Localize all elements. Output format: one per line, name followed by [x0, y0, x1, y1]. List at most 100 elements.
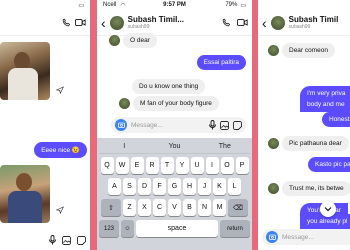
avatar: [119, 98, 130, 109]
battery-icon: ▭: [78, 2, 84, 9]
key-b[interactable]: B: [183, 199, 196, 216]
shift-icon: ⇧: [108, 204, 114, 212]
composer-icons: [0, 230, 90, 250]
message-bubble-in: Trust me, its betwe: [282, 181, 350, 196]
key-k[interactable]: K: [213, 178, 226, 195]
message-composer: Message...: [111, 117, 246, 133]
key-row: ⇧ Z X C V B N M ⌫: [99, 199, 250, 216]
contact-name: Subash Timil: [288, 15, 339, 24]
contact-username: subash99: [127, 24, 150, 30]
key-n[interactable]: N: [198, 199, 211, 216]
phone-icon[interactable]: [222, 18, 231, 27]
numbers-key[interactable]: 123: [99, 220, 119, 237]
backspace-key[interactable]: ⌫: [228, 199, 248, 216]
avatar: [268, 183, 279, 194]
message-input[interactable]: Message...: [131, 122, 205, 129]
avatar[interactable]: [109, 15, 124, 30]
chat-header: ‹ Subash Timil subash99: [258, 10, 350, 36]
status-bar: [258, 0, 350, 10]
message-bubble-in: Pic pathauna dear: [282, 136, 349, 151]
contact-info[interactable]: Subash Timil... subash99: [128, 15, 184, 30]
carrier-label: Ncell: [103, 2, 117, 8]
avatar: [109, 35, 120, 46]
contact-info[interactable]: Subash Timil subash99: [289, 15, 339, 30]
status-bar: ▭: [0, 0, 90, 10]
shared-photo[interactable]: [0, 165, 50, 223]
key-j[interactable]: J: [198, 178, 211, 195]
sticker-icon[interactable]: [77, 235, 86, 245]
chat-header: [0, 10, 90, 36]
message-bubble-out: Essai paltira: [196, 55, 246, 70]
message-bubble-out: body and me: [300, 97, 350, 112]
key-i[interactable]: I: [205, 157, 219, 174]
video-call-icon[interactable]: [75, 18, 86, 27]
key-t[interactable]: T: [160, 157, 174, 174]
sticker-icon[interactable]: [233, 120, 242, 130]
message-row: M fan of your body figure: [119, 96, 219, 111]
contact-username: subash99: [288, 24, 311, 30]
suggestion[interactable]: You: [149, 143, 199, 150]
back-arrow-icon[interactable]: ‹: [101, 16, 106, 30]
chat-panel-right: ‹ Subash Timil subash99 Dear comeon I'm …: [258, 0, 350, 250]
key-e[interactable]: E: [130, 157, 144, 174]
backspace-icon: ⌫: [233, 204, 243, 212]
phone-icon[interactable]: [62, 18, 71, 27]
camera-icon[interactable]: [266, 231, 278, 243]
scroll-down-button[interactable]: [320, 201, 336, 217]
key-c[interactable]: C: [153, 199, 166, 216]
message-row: Trust me, its betwe: [268, 181, 350, 196]
share-icon[interactable]: [56, 86, 64, 94]
message-bubble-out: Kasto pic pa: [308, 157, 350, 172]
key-d[interactable]: D: [138, 178, 151, 195]
key-row: 123 ☺ space return: [99, 220, 250, 237]
message-input[interactable]: Message...: [282, 234, 314, 241]
suggestion-bar: I You The: [99, 140, 250, 154]
emoji-icon: ☺: [124, 225, 131, 232]
key-row: Q W E R T Y U I O P: [99, 157, 250, 174]
message-bubble-in: M fan of your body figure: [133, 96, 219, 111]
space-key[interactable]: space: [136, 220, 218, 237]
emoji-key[interactable]: ☺: [121, 220, 134, 237]
avatar: [268, 45, 279, 56]
key-l[interactable]: L: [228, 178, 241, 195]
suggestion[interactable]: I: [99, 143, 149, 150]
key-s[interactable]: S: [123, 178, 136, 195]
message-row: Pic pathauna dear: [268, 136, 349, 151]
battery-icon: ▭: [240, 2, 246, 9]
key-q[interactable]: Q: [100, 157, 114, 174]
shared-photo[interactable]: [0, 42, 50, 100]
key-f[interactable]: F: [153, 178, 166, 195]
microphone-icon[interactable]: [209, 120, 216, 130]
contact-name: Subash Timil...: [127, 15, 184, 24]
key-g[interactable]: G: [168, 178, 181, 195]
camera-icon[interactable]: [115, 119, 127, 131]
chevron-down-icon: [324, 207, 332, 212]
return-key[interactable]: return: [220, 220, 250, 237]
key-h[interactable]: H: [183, 178, 196, 195]
video-call-icon[interactable]: [237, 18, 248, 27]
key-u[interactable]: U: [190, 157, 204, 174]
microphone-icon[interactable]: [49, 235, 56, 245]
share-icon[interactable]: [56, 206, 64, 214]
key-o[interactable]: O: [220, 157, 234, 174]
avatar[interactable]: [270, 15, 285, 30]
chat-panel-center: Ncell ◠ 9:57 PM 79% ▭ ‹ Subash Timil... …: [97, 0, 252, 250]
gallery-icon[interactable]: [220, 120, 229, 130]
key-x[interactable]: X: [138, 199, 151, 216]
message-row: Dear comeon: [268, 43, 336, 58]
key-r[interactable]: R: [145, 157, 159, 174]
message-bubble-out: Eeee nice 😉: [34, 142, 87, 158]
key-v[interactable]: V: [168, 199, 181, 216]
key-p[interactable]: P: [235, 157, 249, 174]
suggestion[interactable]: The: [200, 143, 250, 150]
key-w[interactable]: W: [115, 157, 129, 174]
wifi-icon: ◠: [120, 2, 126, 9]
key-z[interactable]: Z: [123, 199, 136, 216]
keyboard: I You The Q W E R T Y U I O P A S D F G …: [97, 138, 252, 250]
key-a[interactable]: A: [108, 178, 121, 195]
back-arrow-icon[interactable]: ‹: [262, 16, 267, 30]
shift-key[interactable]: ⇧: [101, 199, 121, 216]
gallery-icon[interactable]: [62, 235, 71, 245]
key-y[interactable]: Y: [175, 157, 189, 174]
key-m[interactable]: M: [213, 199, 226, 216]
